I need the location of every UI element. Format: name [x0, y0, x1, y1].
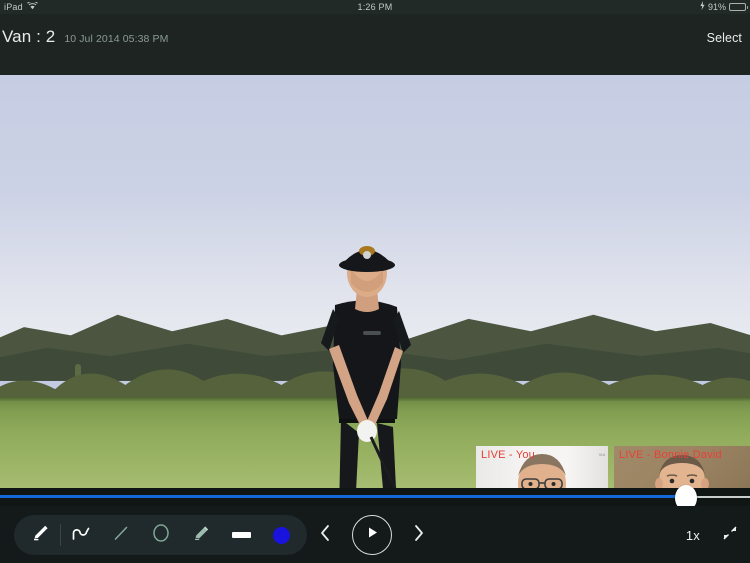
circle-icon	[150, 522, 172, 549]
next-frame-button[interactable]	[406, 515, 432, 555]
golfer-figure	[321, 246, 411, 488]
status-bar-right: 91%	[700, 0, 748, 14]
color-circle-icon	[272, 526, 290, 544]
circle-tool[interactable]	[141, 515, 181, 555]
battery-icon	[729, 3, 748, 11]
status-clock: 1:26 PM	[357, 2, 393, 12]
pip-remote-video[interactable]: LIVE - Bonnie David	[614, 446, 750, 488]
battery-percent-label: 91%	[707, 2, 726, 12]
playback-right-controls: 1x	[686, 515, 740, 555]
drawing-tools-group	[14, 515, 307, 555]
seek-track-filled	[0, 495, 681, 498]
page-title: Van : 2	[2, 27, 56, 46]
pencil-icon	[30, 523, 50, 548]
line-icon	[111, 523, 131, 548]
select-button[interactable]: Select	[707, 31, 742, 45]
status-bar: iPad 1:26 PM 91%	[0, 0, 750, 14]
bottom-toolbar: 1x	[0, 506, 750, 563]
playback-speed-button[interactable]: 1x	[686, 528, 700, 543]
collapse-button[interactable]	[720, 525, 740, 545]
eraser-icon	[191, 523, 211, 548]
stroke-width-tool[interactable]	[221, 515, 261, 555]
chevron-right-icon	[412, 523, 426, 548]
chevron-left-icon	[318, 523, 332, 548]
line-tool[interactable]	[101, 515, 141, 555]
curve-tool[interactable]	[61, 515, 101, 555]
lightning-bolt-icon	[700, 0, 705, 14]
play-icon	[365, 525, 379, 545]
pip-local-corner-tag: Vid	[598, 452, 605, 457]
recording-timestamp: 10 Jul 2014 05:38 PM	[64, 33, 169, 45]
title-bar: Van : 2 10 Jul 2014 05:38 PM Select	[0, 14, 750, 75]
play-button[interactable]	[352, 515, 392, 555]
pencil-tool[interactable]	[20, 515, 60, 555]
color-swatch-tool[interactable]	[261, 515, 301, 555]
collapse-arrows-icon	[722, 525, 738, 546]
eraser-tool[interactable]	[181, 515, 221, 555]
video-player-surface[interactable]: Vid LIVE - You LIVE - Bonnie David	[0, 75, 750, 488]
title-group: Van : 2 10 Jul 2014 05:38 PM	[2, 27, 168, 47]
pip-remote-label: LIVE - Bonnie David	[619, 449, 722, 461]
previous-frame-button[interactable]	[312, 515, 338, 555]
app-root: iPad 1:26 PM 91% Van : 2 10 Jul 2014 05:…	[0, 0, 750, 563]
pip-local-video[interactable]: Vid LIVE - You	[476, 446, 608, 488]
transport-controls	[312, 515, 432, 555]
pip-local-label: LIVE - You	[481, 449, 535, 461]
curve-icon	[70, 523, 92, 548]
thick-line-icon	[231, 532, 251, 538]
seek-bar[interactable]	[0, 485, 750, 511]
